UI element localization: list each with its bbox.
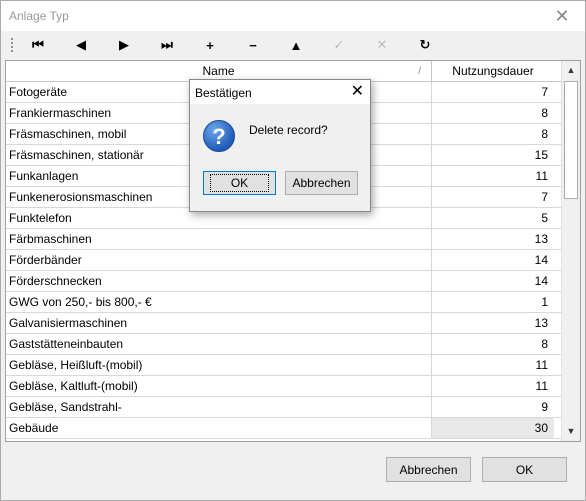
cell-name[interactable]: Gaststätteneinbauten [6,334,432,354]
table-row[interactable]: Gebäude 30 [6,418,562,439]
cell-name[interactable]: Gebläse, Sandstrahl- [6,397,432,417]
dialog-message: Delete record? [249,123,328,137]
confirm-dialog: Bestätigen ✕ ? Delete record? OK Abbrech… [189,79,371,212]
first-icon: ⏮ [32,37,44,52]
table-row[interactable]: Förderschnecken 14 [6,271,562,292]
cell-name[interactable]: GWG von 250,- bis 800,- € [6,292,432,312]
cell-name[interactable]: Förderbänder [6,250,432,270]
last-record-button[interactable]: ⏭ [147,33,187,57]
dialog-close-icon[interactable]: ✕ [351,82,364,102]
next-record-button[interactable]: ▶ [104,33,144,57]
window-close-icon[interactable]: ✕ [545,4,579,28]
cell-nutzungsdauer[interactable]: 11 [432,166,554,186]
cell-nutzungsdauer[interactable]: 1 [432,292,554,312]
cell-nutzungsdauer[interactable]: 9 [432,397,554,417]
refresh-icon: ↻ [419,37,431,52]
scrollbar-thumb[interactable] [564,81,578,199]
delete-record-button[interactable]: − [233,33,273,57]
cancel-icon: ✕ [376,37,388,52]
sort-indicator-icon: / [418,66,421,77]
toolbar-grip[interactable] [10,37,14,53]
insert-record-button[interactable]: + [190,33,230,57]
cell-name[interactable]: Gebläse, Heißluft-(mobil) [6,355,432,375]
cell-nutzungsdauer[interactable]: 11 [432,355,554,375]
next-icon: ▶ [119,37,129,52]
scroll-down-icon[interactable]: ▼ [562,423,580,440]
cell-nutzungsdauer[interactable]: 15 [432,145,554,165]
cell-nutzungsdauer[interactable]: 14 [432,250,554,270]
cell-nutzungsdauer[interactable]: 8 [432,124,554,144]
dialog-body: ? Delete record? OK Abbrechen [190,104,370,211]
table-row[interactable]: Gebläse, Sandstrahl- 9 [6,397,562,418]
post-edit-button[interactable]: ✓ [319,33,359,57]
table-row[interactable]: Gaststätteneinbauten 8 [6,334,562,355]
cancel-edit-button[interactable]: ✕ [362,33,402,57]
first-record-button[interactable]: ⏮ [18,33,58,57]
table-row[interactable]: Galvanisiermaschinen 13 [6,313,562,334]
cell-nutzungsdauer[interactable]: 5 [432,208,554,228]
cell-nutzungsdauer[interactable]: 13 [432,229,554,249]
anlage-typ-window: Anlage Typ ✕ ⏮ ◀ ▶ ⏭ + − ▲ ✓ ✕ ↻ Name / Nutzungsd… [0,0,586,501]
table-row[interactable]: Färbmaschinen 13 [6,229,562,250]
cell-name[interactable]: Galvanisiermaschinen [6,313,432,333]
cell-name[interactable]: Färbmaschinen [6,229,432,249]
dialog-ok-button[interactable]: OK [203,171,276,195]
cell-name[interactable]: Förderschnecken [6,271,432,291]
table-row[interactable]: Förderbänder 14 [6,250,562,271]
window-titlebar: Anlage Typ ✕ [1,1,585,31]
ok-button[interactable]: OK [482,457,567,482]
cell-nutzungsdauer[interactable]: 13 [432,313,554,333]
question-icon: ? [203,120,235,152]
cell-nutzungsdauer[interactable]: 8 [432,334,554,354]
cell-nutzungsdauer[interactable]: 11 [432,376,554,396]
prior-record-button[interactable]: ◀ [61,33,101,57]
table-row[interactable]: GWG von 250,- bis 800,- €1 [6,292,562,313]
cancel-button[interactable]: Abbrechen [386,457,471,482]
cell-name[interactable]: Gebäude [6,418,432,438]
last-icon: ⏭ [161,37,173,52]
table-row[interactable]: Gebläse, Kaltluft-(mobil) 11 [6,376,562,397]
column-header-nutzungsdauer[interactable]: Nutzungsdauer [432,61,554,82]
dialog-cancel-button[interactable]: Abbrechen [285,171,358,195]
column-header-name-label: Name [202,64,235,78]
vertical-scrollbar[interactable]: ▲ ▼ [561,61,580,441]
cell-nutzungsdauer[interactable]: 30 [432,418,554,438]
cell-name[interactable]: Gebläse, Kaltluft-(mobil) [6,376,432,396]
cell-nutzungsdauer[interactable]: 8 [432,103,554,123]
triangle-up-icon: ▲ [289,37,303,53]
check-icon: ✓ [333,37,345,52]
cell-nutzungsdauer[interactable]: 7 [432,187,554,207]
dialog-ok-label: OK [209,174,270,192]
minus-icon: − [249,37,257,53]
window-title: Anlage Typ [9,9,69,23]
prior-icon: ◀ [76,37,86,52]
navigator-toolbar: ⏮ ◀ ▶ ⏭ + − ▲ ✓ ✕ ↻ [1,31,585,59]
plus-icon: + [206,37,214,53]
column-header-nutzungsdauer-label: Nutzungsdauer [452,64,534,78]
scroll-up-icon[interactable]: ▲ [562,62,580,79]
cell-nutzungsdauer[interactable]: 7 [432,82,554,102]
edit-record-button[interactable]: ▲ [276,33,316,57]
dialog-title: Bestätigen [195,86,252,100]
refresh-data-button[interactable]: ↻ [405,33,445,57]
table-row[interactable]: Gebläse, Heißluft-(mobil) 11 [6,355,562,376]
dialog-titlebar: Bestätigen ✕ [190,80,370,104]
cell-nutzungsdauer[interactable]: 14 [432,271,554,291]
